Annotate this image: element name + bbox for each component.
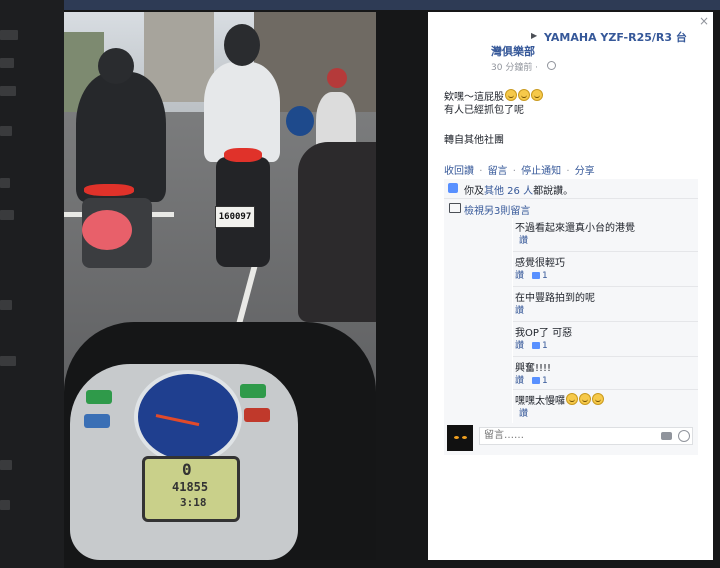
- photo-warning-light: [84, 414, 110, 428]
- globe-icon: [547, 61, 556, 70]
- comment-like-link[interactable]: 讚: [519, 233, 528, 246]
- comment-item: 嘿嘿太慢囉 讚: [513, 390, 698, 424]
- post-text-line-3: 轉自其他社團: [444, 135, 504, 146]
- camera-icon[interactable]: [661, 432, 672, 440]
- comment-button[interactable]: 留言: [488, 166, 508, 177]
- share-button[interactable]: 分享: [575, 166, 595, 177]
- likes-prefix: 你及: [464, 186, 484, 197]
- photo-taillight: [224, 148, 262, 162]
- photo-rider-center: [204, 62, 280, 162]
- comment-like-count[interactable]: 1: [542, 341, 548, 351]
- background-text-line: [0, 210, 14, 220]
- grin-emoji-icon: [505, 89, 517, 101]
- grin-emoji-icon: [531, 89, 543, 101]
- photo-helmet: [98, 48, 134, 84]
- comment-item: 我OP了 可惡 讚1: [513, 322, 698, 357]
- comment-actions: 讚1: [515, 338, 548, 351]
- post-actions: 收回讚 · 留言 · 停止通知 · 分享: [444, 162, 595, 177]
- photo-speedometer: [134, 370, 242, 464]
- photo-lcd-time: 3:18: [180, 496, 207, 509]
- comment-text: 我OP了 可惡: [515, 328, 573, 339]
- grin-emoji-icon: [579, 393, 591, 405]
- background-page: [0, 0, 64, 568]
- photo-passenger-arm: [298, 142, 376, 322]
- photo-rider-left: [76, 72, 166, 202]
- comment-item: 興奮!!!! 讚1: [513, 357, 698, 390]
- comment-avatars-column: [444, 217, 512, 423]
- comment-like-link[interactable]: 讚: [519, 406, 528, 419]
- photo-helmet: [224, 24, 260, 66]
- grin-emoji-icon: [566, 393, 578, 405]
- view-previous-comments[interactable]: 檢視另3則留言: [444, 199, 698, 218]
- photo-warning-light: [244, 408, 270, 422]
- background-text-line: [0, 500, 10, 510]
- group-name-link[interactable]: YAMAHA YZF-R25/R3 台灣俱樂部: [491, 31, 691, 59]
- comment-actions: 讚1: [515, 268, 548, 281]
- photo-turn-indicator: [240, 384, 266, 398]
- comment-like-link[interactable]: 讚: [515, 271, 524, 281]
- background-text-line: [0, 460, 12, 470]
- comment-text: 不過看起來還真小台的港覺: [515, 223, 635, 234]
- comment-like-link[interactable]: 讚: [515, 376, 524, 386]
- photo-turn-indicator: [86, 390, 112, 404]
- post-photo[interactable]: 160097 0 41855 3:18: [64, 12, 376, 560]
- photo-lcd-odometer: 41855: [172, 480, 209, 494]
- thumbs-up-icon: [532, 342, 541, 349]
- photo-taillight: [84, 184, 134, 196]
- comment-item: 在中豐路拍到的呢 讚: [513, 287, 698, 322]
- comment-text: 感覺很輕巧: [515, 258, 565, 269]
- avatar-eye: [454, 436, 459, 439]
- stop-notifications-button[interactable]: 停止通知: [521, 166, 561, 177]
- avatar-eye: [462, 436, 467, 439]
- likes-others-link[interactable]: 其他 26 人: [484, 186, 533, 197]
- photo-blurred-plate: [82, 210, 132, 250]
- photo-mirror: [286, 106, 314, 136]
- grin-emoji-icon: [592, 393, 604, 405]
- thumbs-up-icon: [532, 272, 541, 279]
- post-timestamp[interactable]: 30 分鐘前 ·: [491, 60, 538, 73]
- thumbs-up-icon: [532, 377, 541, 384]
- photo-helmet: [327, 68, 347, 88]
- view-more-link[interactable]: 檢視另3則留言: [464, 202, 530, 217]
- comment-like-count[interactable]: 1: [542, 271, 548, 281]
- background-text-line: [0, 356, 16, 366]
- background-text-line: [0, 126, 12, 136]
- background-text-line: [0, 178, 10, 188]
- comment-bubble-icon: [449, 203, 461, 213]
- background-top-bar: [0, 0, 720, 10]
- comment-like-link[interactable]: 讚: [515, 303, 524, 316]
- smiley-icon[interactable]: [678, 430, 690, 442]
- comment-like-link[interactable]: 讚: [515, 341, 524, 351]
- close-icon[interactable]: ×: [697, 14, 711, 28]
- comment-item: 感覺很輕巧 讚1: [513, 252, 698, 287]
- background-text-line: [0, 300, 12, 310]
- photo-lcd-gear: 0: [182, 460, 192, 479]
- photo-license-plate: 160097: [215, 206, 255, 228]
- thumbs-up-icon: [448, 183, 458, 193]
- comment-actions: 讚1: [515, 373, 548, 386]
- unlike-button[interactable]: 收回讚: [444, 166, 474, 177]
- comment-text: 在中豐路拍到的呢: [515, 293, 595, 304]
- background-text-line: [0, 86, 16, 96]
- comment-text: 興奮!!!!: [515, 363, 552, 374]
- comment-item: 不過看起來還真小台的港覺 讚: [513, 217, 698, 252]
- background-text-line: [0, 58, 14, 68]
- action-separator: ·: [566, 166, 570, 177]
- post-text-line-2: 有人已經抓包了呢: [444, 105, 524, 116]
- comment-text-with-emoji: 嘿嘿太慢囉: [515, 392, 604, 407]
- likes-summary: 你及其他 26 人都說讚。: [444, 179, 698, 199]
- background-text-line: [0, 30, 18, 40]
- avatar[interactable]: [447, 425, 473, 451]
- action-separator: ·: [479, 166, 483, 177]
- likes-suffix: 都說讚。: [533, 186, 574, 197]
- action-separator: ·: [512, 166, 516, 177]
- comment-like-count[interactable]: 1: [542, 376, 548, 386]
- grin-emoji-icon: [518, 89, 530, 101]
- likes-text: 你及其他 26 人都說讚。: [464, 182, 573, 197]
